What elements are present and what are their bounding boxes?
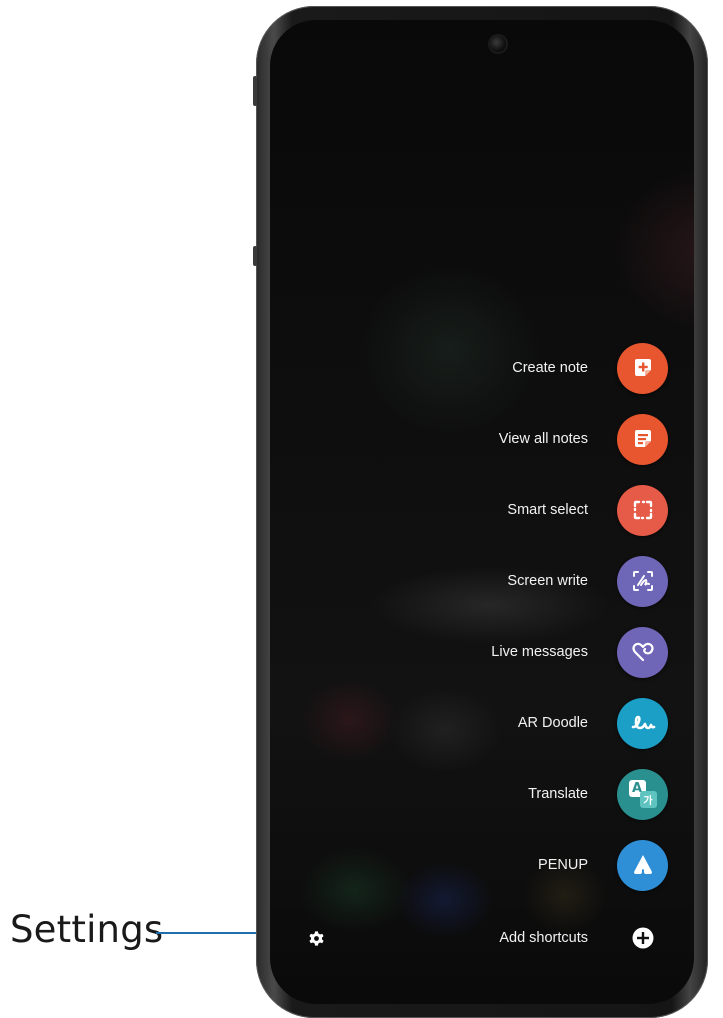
settings-callout-label: Settings [10, 908, 164, 951]
menu-item-translate[interactable]: Translate A 가 [528, 768, 668, 820]
add-shortcuts-label: Add shortcuts [499, 930, 588, 946]
menu-item-label: AR Doodle [517, 715, 588, 731]
translate-icon: A 가 [617, 768, 668, 820]
menu-item-penup[interactable]: PENUP [538, 839, 668, 891]
menu-item-label: Translate [528, 786, 588, 802]
menu-item-label: PENUP [538, 857, 588, 873]
menu-item-label: Create note [512, 360, 588, 376]
menu-item-screen-write[interactable]: Screen write [507, 555, 668, 607]
smart-select-icon [617, 484, 668, 536]
screen-write-icon [617, 555, 668, 607]
menu-item-view-all-notes[interactable]: View all notes [499, 413, 668, 465]
menu-item-smart-select[interactable]: Smart select [507, 484, 668, 536]
penup-icon [617, 839, 668, 891]
menu-item-create-note[interactable]: Create note [512, 342, 668, 394]
live-messages-icon [617, 626, 668, 678]
phone-side-button [253, 76, 257, 106]
translate-korean-glyph: 가 [639, 791, 657, 808]
menu-item-ar-doodle[interactable]: AR Doodle [518, 697, 668, 749]
phone-screen: Create note View all notes Smart select … [270, 20, 694, 1004]
menu-item-live-messages[interactable]: Live messages [491, 626, 668, 678]
view-notes-icon [617, 413, 668, 465]
add-shortcuts-button[interactable]: Add shortcuts [499, 912, 668, 964]
add-icon [617, 913, 668, 964]
phone-frame: Create note View all notes Smart select … [253, 6, 708, 1018]
create-note-icon [617, 342, 668, 394]
menu-item-label: Smart select [507, 502, 588, 518]
menu-item-label: View all notes [498, 431, 588, 447]
front-camera [490, 36, 506, 52]
phone-side-button [253, 246, 257, 266]
ar-doodle-icon [617, 697, 668, 749]
settings-gear-icon[interactable] [306, 928, 326, 948]
menu-item-label: Live messages [491, 644, 588, 660]
menu-item-label: Screen write [507, 573, 588, 589]
